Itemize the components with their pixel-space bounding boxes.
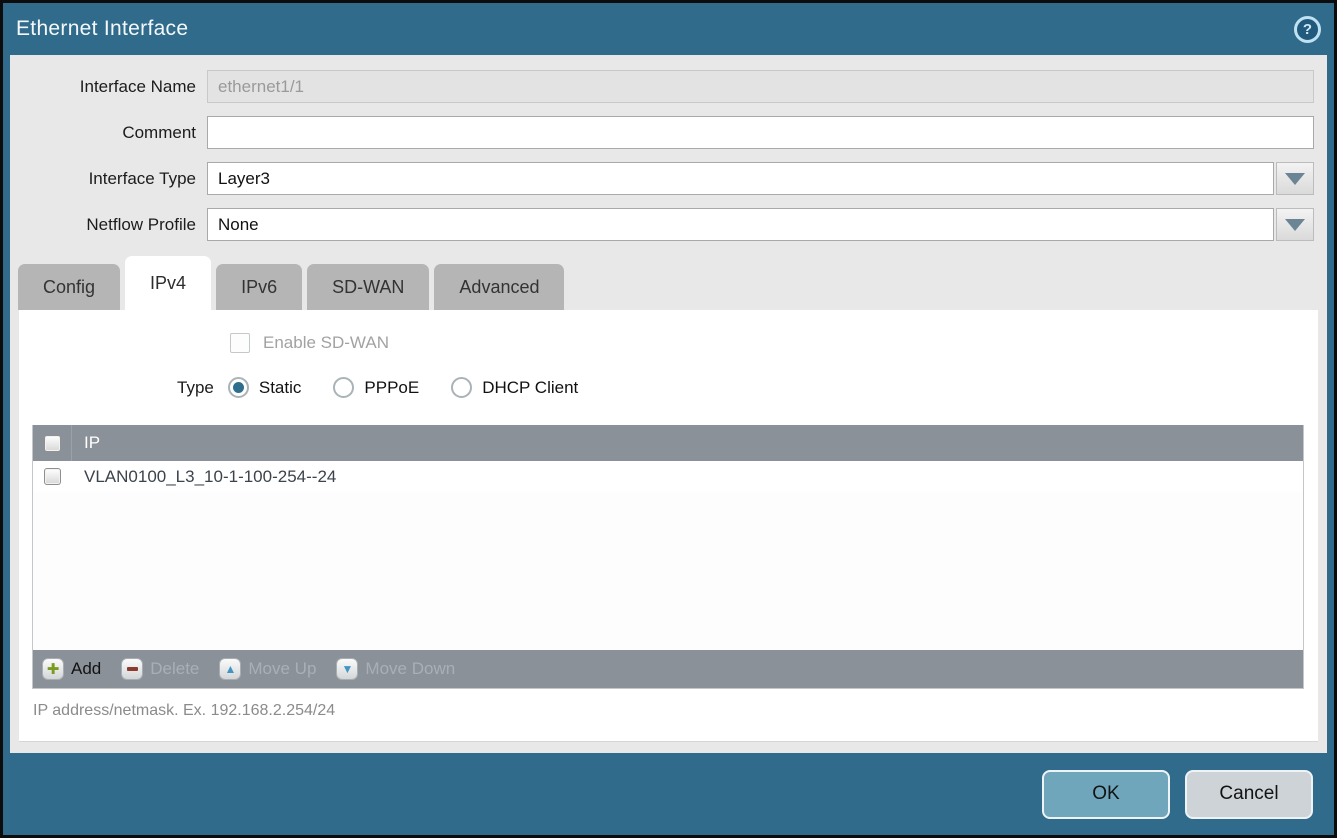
move-up-button[interactable]: ▲ Move Up [219, 658, 316, 680]
interface-type-select[interactable]: Layer3 [207, 162, 1314, 195]
enable-sdwan-label: Enable SD-WAN [263, 333, 389, 353]
dialog-body: Interface Name Comment Interface Type La… [10, 55, 1327, 753]
tab-bar: Config IPv4 IPv6 SD-WAN Advanced [10, 254, 1327, 310]
chevron-down-icon [1285, 219, 1305, 231]
ip-table-toolbar: ✚ Add Delete ▲ Move Up ▼ [33, 650, 1303, 688]
radio-static-label: Static [259, 378, 302, 398]
radio-button-icon[interactable] [228, 377, 249, 398]
ethernet-interface-dialog: Ethernet Interface ? Interface Name Comm… [0, 0, 1337, 838]
enable-sdwan-checkbox [230, 333, 250, 353]
interface-name-label: Interface Name [10, 77, 207, 97]
dialog-title: Ethernet Interface [16, 17, 188, 41]
tab-ipv4[interactable]: IPv4 [125, 256, 211, 310]
ip-column-header: IP [72, 433, 100, 453]
cancel-button[interactable]: Cancel [1185, 770, 1313, 819]
comment-label: Comment [10, 123, 207, 143]
interface-type-label: Interface Type [10, 169, 207, 189]
radio-button-icon[interactable] [333, 377, 354, 398]
netflow-profile-dropdown-button[interactable] [1276, 208, 1314, 241]
type-radio-group: Static PPPoE DHCP Client [228, 377, 578, 398]
interface-type-value[interactable]: Layer3 [207, 162, 1274, 195]
table-row[interactable]: VLAN0100_L3_10-1-100-254--24 [33, 461, 1303, 492]
add-button-label: Add [71, 659, 101, 679]
row-checkbox-cell [33, 461, 72, 492]
dialog-footer: OK Cancel [3, 753, 1334, 835]
netflow-profile-value[interactable]: None [207, 208, 1274, 241]
chevron-down-icon [1285, 173, 1305, 185]
interface-name-field [207, 70, 1314, 103]
delete-button-label: Delete [150, 659, 199, 679]
radio-button-icon[interactable] [451, 377, 472, 398]
ip-cell-value[interactable]: VLAN0100_L3_10-1-100-254--24 [72, 467, 336, 487]
tab-advanced[interactable]: Advanced [434, 264, 564, 310]
add-button[interactable]: ✚ Add [42, 658, 101, 680]
radio-dhcp-client[interactable]: DHCP Client [451, 377, 578, 398]
type-row: Type Static PPPoE DHCP Client [19, 353, 1318, 398]
ip-table-header: IP [33, 425, 1303, 461]
radio-dhcp-label: DHCP Client [482, 378, 578, 398]
ip-format-hint: IP address/netmask. Ex. 192.168.2.254/24 [33, 702, 1318, 720]
ip-table-body: VLAN0100_L3_10-1-100-254--24 [33, 461, 1303, 650]
select-all-checkbox[interactable] [44, 435, 61, 452]
type-label: Type [177, 378, 214, 398]
comment-field [207, 116, 1314, 149]
arrow-up-icon: ▲ [219, 658, 241, 680]
tab-config[interactable]: Config [18, 264, 120, 310]
delete-button[interactable]: Delete [121, 658, 199, 680]
select-all-cell [33, 425, 72, 461]
move-down-button[interactable]: ▼ Move Down [336, 658, 455, 680]
ip-table: IP VLAN0100_L3_10-1-100-254--24 ✚ [32, 425, 1304, 689]
interface-type-dropdown-button[interactable] [1276, 162, 1314, 195]
interface-type-row: Interface Type Layer3 [10, 162, 1327, 195]
ipv4-tab-panel: Enable SD-WAN Type Static PPPoE [19, 310, 1318, 742]
netflow-profile-row: Netflow Profile None [10, 208, 1327, 241]
help-icon[interactable]: ? [1294, 16, 1321, 43]
radio-pppoe[interactable]: PPPoE [333, 377, 419, 398]
title-bar: Ethernet Interface ? [3, 3, 1334, 55]
netflow-profile-select[interactable]: None [207, 208, 1314, 241]
interface-name-row: Interface Name [10, 70, 1327, 103]
arrow-down-icon: ▼ [336, 658, 358, 680]
interface-name-input [207, 70, 1314, 103]
minus-icon [121, 658, 143, 680]
plus-icon: ✚ [42, 658, 64, 680]
comment-input[interactable] [207, 116, 1314, 149]
enable-sdwan-row: Enable SD-WAN [19, 310, 1318, 353]
tab-ipv6[interactable]: IPv6 [216, 264, 302, 310]
netflow-profile-label: Netflow Profile [10, 215, 207, 235]
move-down-button-label: Move Down [365, 659, 455, 679]
row-checkbox[interactable] [44, 468, 61, 485]
move-up-button-label: Move Up [248, 659, 316, 679]
comment-row: Comment [10, 116, 1327, 149]
ok-button[interactable]: OK [1042, 770, 1170, 819]
tab-sdwan[interactable]: SD-WAN [307, 264, 429, 310]
radio-pppoe-label: PPPoE [364, 378, 419, 398]
dialog-frame: Ethernet Interface ? Interface Name Comm… [3, 3, 1334, 835]
radio-static[interactable]: Static [228, 377, 302, 398]
